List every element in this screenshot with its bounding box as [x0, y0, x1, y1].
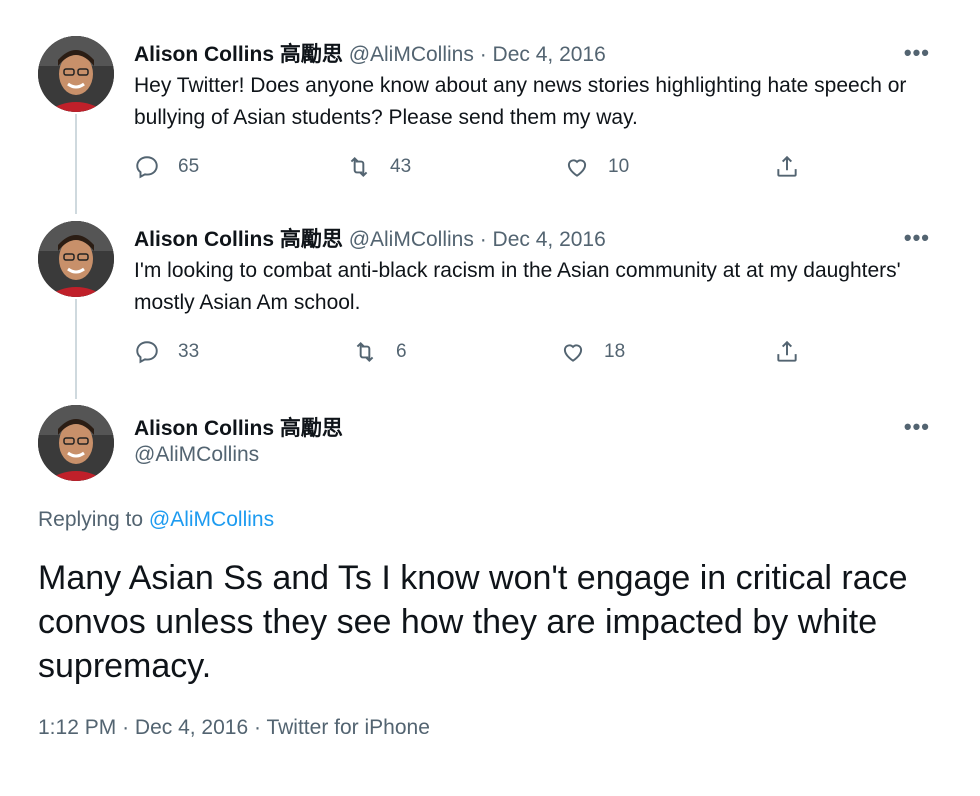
main-tweet-text: Many Asian Ss and Ts I know won't engage…: [38, 559, 908, 685]
tweet-header: Alison Collins 高勵思 @AliMCollins · Dec 4,…: [134, 38, 606, 68]
avatar[interactable]: [38, 221, 114, 297]
replying-to: Replying to @AliMCollins: [38, 508, 274, 532]
reply-button[interactable]: 33: [134, 339, 199, 365]
tweet-text: Hey Twitter! Does anyone know about any …: [134, 74, 907, 129]
tweet-date[interactable]: Dec 4, 2016: [135, 716, 248, 739]
profile-photo-icon: [38, 405, 114, 481]
like-button[interactable]: 10: [564, 154, 629, 180]
retweet-count: 43: [390, 156, 412, 177]
retweet-button[interactable]: 43: [346, 154, 411, 180]
tweet-meta: 1:12 PM · Dec 4, 2016 · Twitter for iPho…: [38, 716, 430, 740]
replying-prefix: Replying to: [38, 508, 149, 531]
thread-line: [75, 299, 77, 399]
share-icon: [777, 340, 797, 362]
main-tweet-handle[interactable]: @AliMCollins: [134, 443, 259, 467]
reply-button[interactable]: 65: [134, 154, 199, 180]
profile-photo-icon: [38, 36, 114, 112]
like-count: 10: [608, 156, 630, 177]
retweet-icon: [356, 341, 374, 363]
avatar[interactable]: [38, 405, 114, 481]
display-name[interactable]: Alison Collins 高勵思: [134, 228, 343, 251]
reply-count: 33: [178, 341, 200, 362]
user-handle[interactable]: @AliMCollins: [349, 43, 474, 66]
tweet-header: Alison Collins 高勵思 @AliMCollins · Dec 4,…: [134, 223, 606, 253]
display-name[interactable]: Alison Collins 高勵思: [134, 43, 343, 66]
more-options-button[interactable]: •••: [904, 40, 930, 66]
thread-line: [75, 114, 77, 214]
reply-icon: [136, 341, 158, 364]
tweet-actions: 65 43 10: [134, 154, 814, 184]
separator: ·: [479, 43, 487, 66]
separator: ·: [479, 228, 487, 251]
tweet-date[interactable]: Dec 4, 2016: [493, 228, 606, 251]
tweet-source[interactable]: Twitter for iPhone: [266, 716, 429, 739]
tweet-date[interactable]: Dec 4, 2016: [493, 43, 606, 66]
share-button[interactable]: [774, 339, 818, 365]
separator: ·: [122, 716, 130, 739]
retweet-icon: [350, 156, 368, 178]
replying-mention-link[interactable]: @AliMCollins: [149, 508, 274, 531]
more-options-button[interactable]: •••: [904, 225, 930, 251]
separator: ·: [254, 716, 261, 739]
share-button[interactable]: [774, 154, 818, 180]
retweet-count: 6: [396, 341, 407, 362]
like-button[interactable]: 18: [560, 339, 625, 365]
heart-icon: [563, 344, 583, 362]
reply-count: 65: [178, 156, 200, 177]
more-options-button[interactable]: •••: [904, 414, 930, 440]
tweet-time[interactable]: 1:12 PM: [38, 716, 116, 739]
display-name[interactable]: Alison Collins 高勵思: [134, 417, 343, 440]
heart-icon: [567, 159, 587, 177]
main-tweet-name[interactable]: Alison Collins 高勵思: [134, 412, 343, 442]
reply-icon: [136, 156, 158, 179]
user-handle[interactable]: @AliMCollins: [349, 228, 474, 251]
share-icon: [777, 155, 797, 177]
profile-photo-icon: [38, 221, 114, 297]
tweet-text: I'm looking to combat anti-black racism …: [134, 259, 901, 314]
tweet-actions: 33 6 18: [134, 339, 814, 369]
retweet-button[interactable]: 6: [352, 339, 407, 365]
avatar[interactable]: [38, 36, 114, 112]
like-count: 18: [604, 341, 626, 362]
user-handle[interactable]: @AliMCollins: [134, 443, 259, 466]
